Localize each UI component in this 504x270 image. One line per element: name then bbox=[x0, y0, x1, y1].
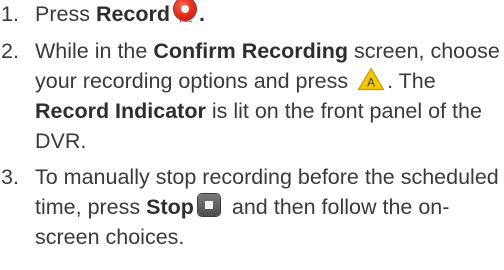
a-button-icon: A bbox=[357, 67, 385, 91]
step-number: 2. bbox=[1, 39, 19, 63]
step-text: While in the bbox=[35, 39, 154, 63]
step-3: 3. To manually stop recording before the… bbox=[0, 162, 504, 252]
step-text: Press bbox=[35, 2, 96, 26]
a-button-letter: A bbox=[367, 76, 375, 90]
stop-icon bbox=[197, 194, 222, 218]
step-suffix: . bbox=[199, 2, 205, 26]
stop-label: Stop bbox=[146, 195, 194, 219]
record-label: Record bbox=[95, 2, 171, 26]
step-2: 2. While in the Confirm Recording screen… bbox=[0, 36, 504, 156]
record-icon: REC bbox=[173, 0, 199, 24]
step-1: 1. Press Record REC. bbox=[0, 0, 504, 29]
step-text: . The bbox=[387, 69, 436, 93]
instruction-steps: 1. Press Record REC. 2. While in the Conf… bbox=[0, 0, 504, 252]
confirm-recording-label: Confirm Recording bbox=[153, 39, 349, 63]
step-number: 3. bbox=[1, 165, 19, 189]
record-indicator-label: Record Indicator bbox=[35, 99, 206, 123]
step-number: 1. bbox=[1, 2, 19, 26]
record-icon-label: REC bbox=[179, 18, 193, 25]
